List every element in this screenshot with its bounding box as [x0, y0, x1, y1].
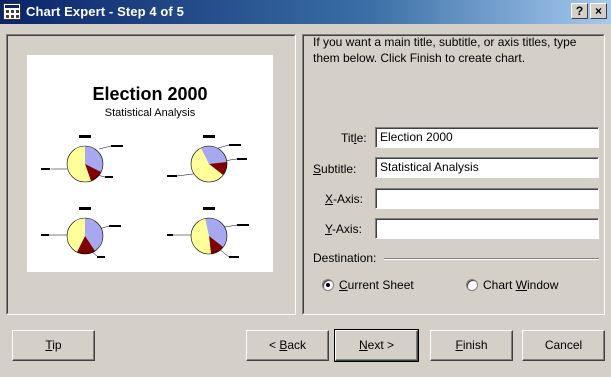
y-axis-input[interactable] — [375, 218, 599, 239]
radio-selected-icon — [322, 279, 334, 291]
instructions-text: If you want a main title, subtitle, or a… — [313, 35, 577, 65]
tip-button[interactable]: Tip — [12, 330, 95, 361]
x-axis-input[interactable] — [375, 188, 599, 209]
help-button[interactable]: ? — [571, 3, 588, 19]
destination-divider — [384, 258, 599, 260]
close-button[interactable]: × — [590, 3, 607, 19]
back-button[interactable]: < Back — [246, 330, 329, 361]
chart-app-icon — [3, 3, 21, 20]
y-axis-label: Y-Axis: — [325, 222, 362, 236]
preview-subtitle: Statistical Analysis — [104, 107, 196, 119]
pie-chart-2 — [167, 135, 247, 183]
pie-chart-4 — [167, 207, 249, 258]
subtitle-label: Subtitle: — [313, 162, 357, 176]
preview-title: Election 2000 — [92, 84, 208, 104]
window-title: Chart Expert - Step 4 of 5 — [26, 4, 184, 19]
next-button[interactable]: Next > — [334, 329, 419, 362]
title-label: Title: — [341, 131, 367, 145]
title-input[interactable]: Election 2000 — [375, 127, 599, 148]
chart-preview: Election 2000 Statistical Analysis — [27, 55, 273, 272]
destination-label: Destination: — [313, 251, 377, 265]
title-bar[interactable]: Chart Expert - Step 4 of 5 ? × — [0, 0, 611, 24]
pie-chart-3 — [41, 207, 121, 258]
cancel-button[interactable]: Cancel — [522, 330, 605, 361]
radio-unselected-icon — [466, 279, 478, 291]
subtitle-input[interactable]: Statistical Analysis — [375, 157, 599, 178]
pie-chart-1 — [41, 135, 123, 183]
x-axis-label: X-Axis: — [325, 192, 364, 206]
finish-button[interactable]: Finish — [430, 330, 513, 361]
